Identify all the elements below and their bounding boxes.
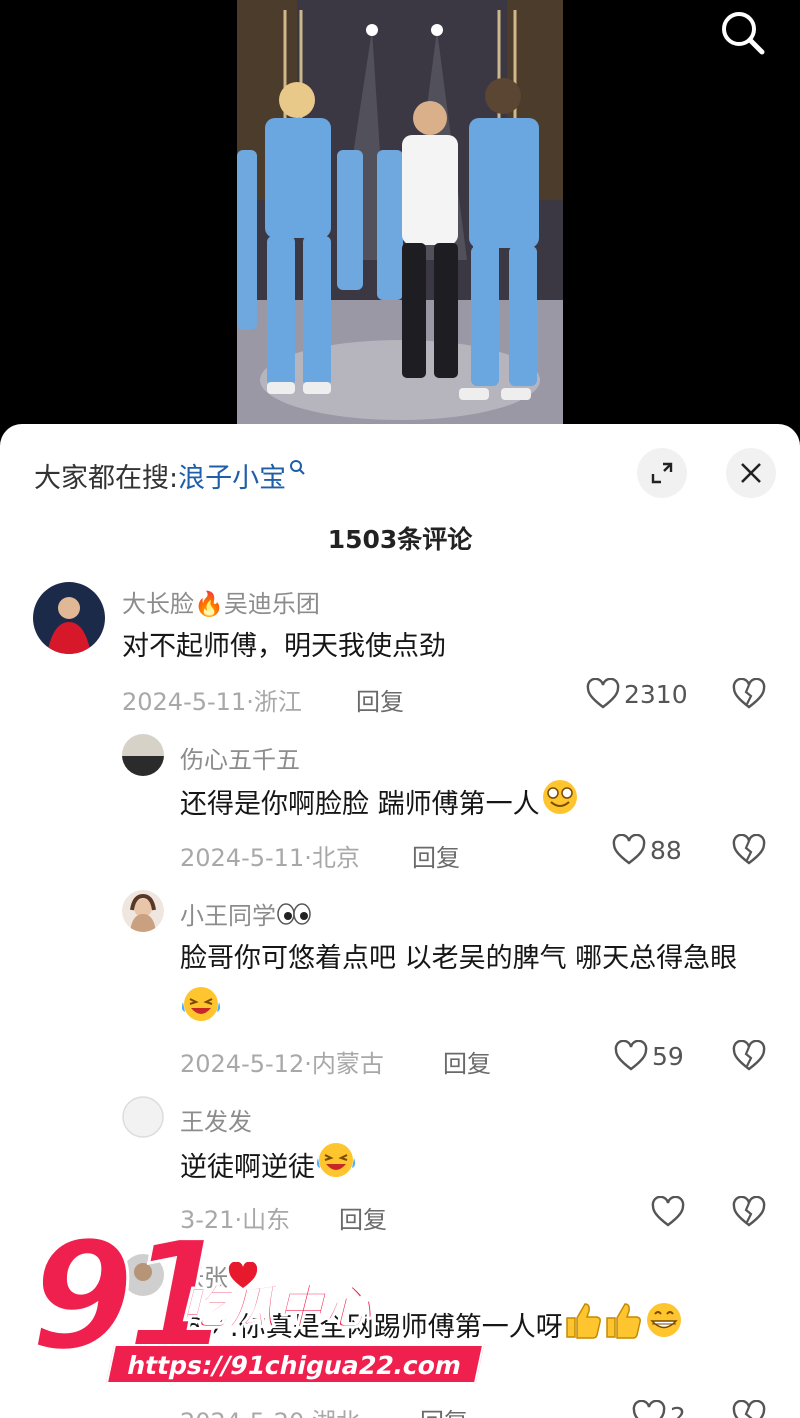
hot-search-prefix: 大家都在搜: bbox=[34, 463, 179, 494]
comment-text: 逆徒啊逆徒 bbox=[180, 1140, 770, 1197]
comment-item: 小王同学 脸哥你可悠着点吧 以老吴的脾气 哪天总得急眼 2024-5-12·内蒙… bbox=[0, 890, 800, 1090]
broken-heart-icon bbox=[732, 1195, 766, 1227]
broken-heart-icon bbox=[732, 833, 766, 865]
heart-outline-icon bbox=[586, 678, 620, 709]
laugh-cry-emoji-icon bbox=[180, 984, 222, 1041]
eyes-emoji-icon bbox=[276, 902, 312, 932]
reply-button[interactable]: 回复 bbox=[412, 838, 460, 873]
watermark-url: https://91chigua22.com bbox=[105, 1344, 484, 1384]
video-player[interactable] bbox=[0, 0, 800, 440]
like-button[interactable] bbox=[651, 1196, 689, 1228]
username[interactable]: 王发发 bbox=[180, 1102, 252, 1137]
comment-text-body: 逆徒啊逆徒 bbox=[180, 1152, 315, 1183]
heart-outline-icon bbox=[651, 1196, 685, 1227]
dislike-button[interactable] bbox=[732, 677, 766, 714]
grinning-emoji-icon bbox=[643, 1300, 685, 1357]
comment-text: 还得是你啊脸脸 踹师傅第一人 bbox=[180, 777, 770, 834]
like-button[interactable]: 88 bbox=[612, 834, 682, 866]
heart-outline-icon bbox=[632, 1400, 666, 1418]
comment-text: 对不起师傅，明天我使点劲 bbox=[122, 631, 446, 662]
heart-outline-icon bbox=[614, 1040, 648, 1071]
dislike-button[interactable] bbox=[732, 1039, 766, 1076]
broken-heart-icon bbox=[732, 677, 766, 709]
username-text: 小王同学 bbox=[180, 902, 276, 930]
dislike-button[interactable] bbox=[732, 1399, 766, 1418]
comment-item: 大长脸🔥吴迪乐团 对不起师傅，明天我使点劲 2024-5-11·浙江 回复 23… bbox=[0, 580, 800, 730]
grin-emoji-icon bbox=[540, 777, 580, 834]
hot-search-bar[interactable]: 大家都在搜:浪子小宝 bbox=[34, 456, 306, 495]
reply-button[interactable]: 回复 bbox=[339, 1200, 387, 1235]
username[interactable]: 大长脸🔥吴迪乐团 bbox=[122, 584, 320, 619]
thumbs-up-emoji-icon bbox=[563, 1301, 603, 1356]
like-button[interactable]: 2310 bbox=[586, 678, 688, 710]
expand-icon bbox=[651, 462, 673, 484]
broken-heart-icon bbox=[732, 1399, 766, 1418]
avatar[interactable] bbox=[33, 582, 105, 654]
comment-date-location: 2024-5-12·内蒙古 bbox=[180, 1050, 384, 1078]
like-button[interactable]: 59 bbox=[614, 1040, 684, 1072]
comment-date-location: 2024-5-20·湖北 bbox=[180, 1402, 360, 1418]
comment-item: 伤心五千五 还得是你啊脸脸 踹师傅第一人 2024-5-11·北京 回复 88 bbox=[0, 734, 800, 884]
stage-performance-image bbox=[237, 0, 563, 440]
like-count: 59 bbox=[652, 1041, 684, 1071]
avatar[interactable] bbox=[122, 734, 164, 776]
comment-text-body: 脸哥你可悠着点吧 以老吴的脾气 哪天总得急眼 bbox=[180, 943, 738, 974]
username[interactable]: 伤心五千五 bbox=[180, 740, 300, 775]
like-button[interactable]: 2 bbox=[632, 1400, 686, 1418]
avatar[interactable] bbox=[122, 890, 164, 932]
watermark-title: 吃瓜中心 bbox=[179, 1279, 373, 1337]
like-count: 2 bbox=[670, 1401, 686, 1418]
comment-date-location: 2024-5-11·浙江 bbox=[122, 688, 302, 716]
search-icon bbox=[288, 456, 306, 487]
broken-heart-icon bbox=[732, 1039, 766, 1071]
laugh-cry-emoji-icon bbox=[315, 1140, 357, 1197]
like-count: 88 bbox=[650, 835, 682, 865]
close-icon bbox=[741, 463, 761, 483]
thumbs-up-emoji-icon bbox=[603, 1301, 643, 1356]
comment-text-body: 还得是你啊脸脸 踹师傅第一人 bbox=[180, 789, 540, 820]
comment-date-location: 2024-5-11·北京 bbox=[180, 844, 360, 872]
video-frame[interactable] bbox=[237, 0, 563, 440]
reply-button[interactable]: 回复 bbox=[420, 1402, 468, 1418]
avatar[interactable] bbox=[122, 1096, 164, 1138]
reply-button[interactable]: 回复 bbox=[443, 1044, 491, 1079]
dislike-button[interactable] bbox=[732, 1195, 766, 1232]
reply-button[interactable]: 回复 bbox=[356, 682, 404, 717]
hot-search-term[interactable]: 浪子小宝 bbox=[178, 463, 286, 494]
username[interactable]: 小王同学 bbox=[180, 896, 312, 932]
comment-count: 1503条评论 bbox=[327, 525, 473, 554]
comment-text: 脸哥你可悠着点吧 以老吴的脾气 哪天总得急眼 bbox=[180, 934, 770, 1041]
heart-outline-icon bbox=[612, 834, 646, 865]
close-button[interactable] bbox=[726, 448, 776, 498]
like-count: 2310 bbox=[624, 679, 688, 709]
search-icon[interactable] bbox=[718, 8, 768, 58]
expand-button[interactable] bbox=[637, 448, 687, 498]
watermark-logo: 91 吃瓜中心 https://91chigua22.com bbox=[29, 1209, 484, 1392]
dislike-button[interactable] bbox=[732, 833, 766, 870]
